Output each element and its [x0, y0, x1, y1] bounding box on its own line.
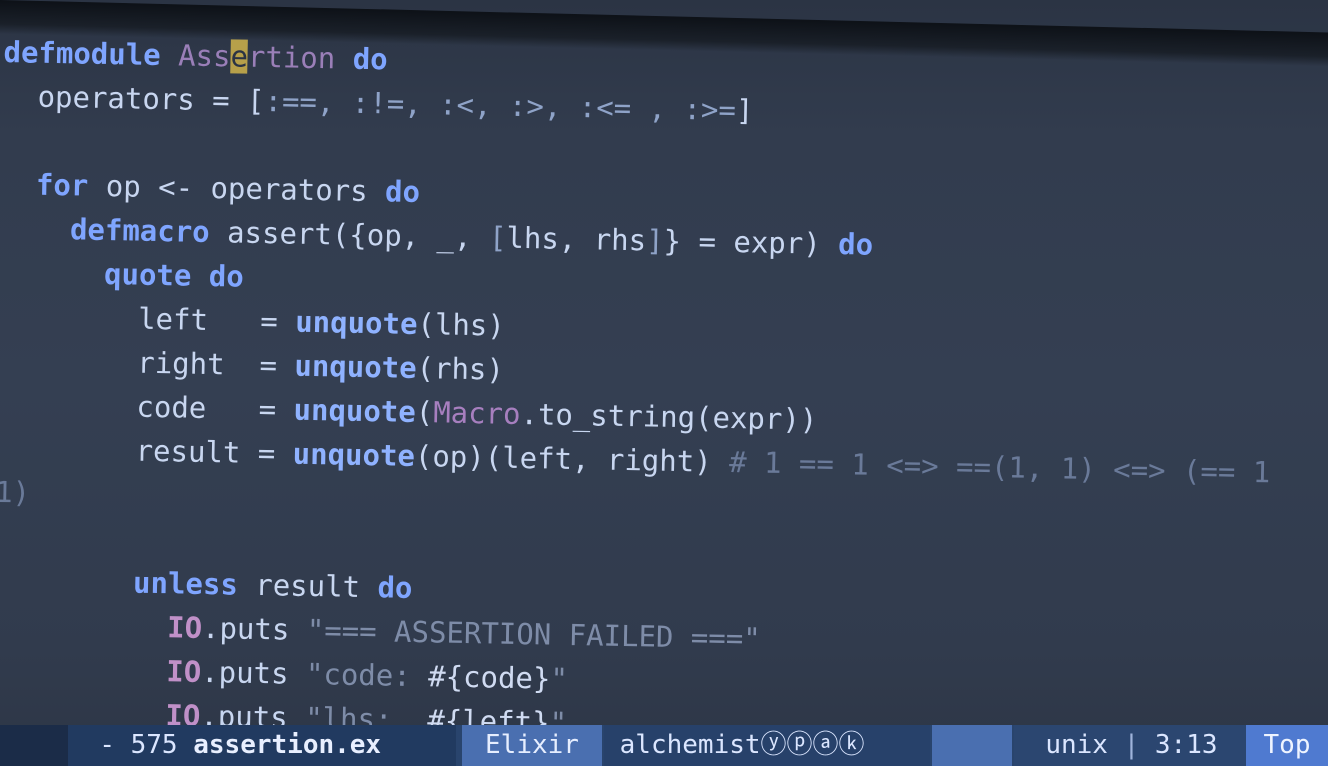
buffer-size: 575 [130, 730, 178, 760]
buffer-info-segment[interactable]: - 575 assertion.ex [68, 725, 456, 766]
code-line-1: defmodule Assertion do [3, 34, 389, 77]
minor-modes-label: alchemistⓨⓟⓐⓚ [619, 730, 865, 760]
position-segment: unix | 3:13 [1014, 725, 1246, 766]
scroll-position-segment: Top [1246, 725, 1328, 766]
encoding-label: unix [1045, 730, 1108, 760]
mode-line: 1 - 575 assertion.ex Elixir alchemistⓨⓟⓐ… [0, 725, 1328, 766]
buffer-filename: assertion.ex [193, 730, 382, 760]
text-cursor: e [230, 39, 249, 74]
modeline-separator: | [1123, 730, 1140, 760]
minor-modes-segment[interactable]: alchemistⓨⓟⓐⓚ [604, 725, 930, 766]
code-buffer[interactable]: defmodule Assertion do operators = [:==,… [0, 30, 1328, 751]
code-line-6: quote do [103, 256, 245, 294]
code-line-10-wrap: 1) [0, 474, 31, 510]
cursor-position: 3:13 [1154, 730, 1218, 760]
modeline-spacer [932, 725, 1012, 766]
major-mode-segment[interactable]: Elixir [462, 725, 602, 766]
modified-indicator: - [99, 730, 115, 760]
window-number-segment[interactable]: 1 [0, 725, 68, 766]
code-line-13: unless result do [132, 565, 413, 605]
code-line-2: operators = [:==, :!=, :<, :>, :<= , :>=… [37, 79, 754, 128]
editor-screen: defmodule Assertion do operators = [:==,… [0, 0, 1328, 766]
